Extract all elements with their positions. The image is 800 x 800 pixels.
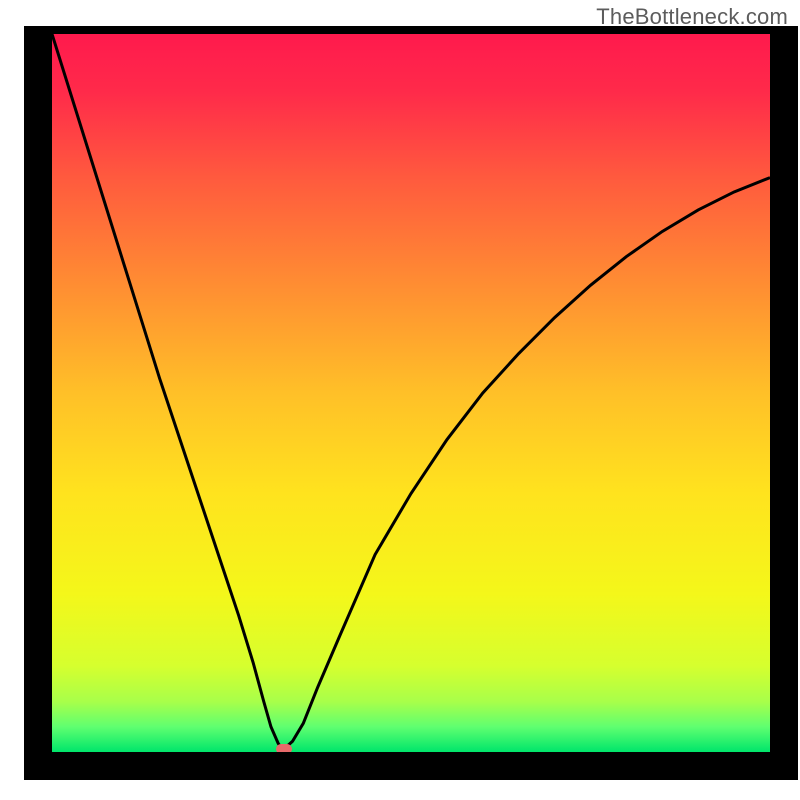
chart-container: TheBottleneck.com [0, 0, 800, 800]
plot-area [52, 34, 770, 752]
bottleneck-curve-path [52, 34, 770, 748]
curve-layer [52, 34, 770, 752]
plot-frame [24, 26, 798, 780]
optimum-marker [276, 744, 292, 752]
watermark-text: TheBottleneck.com [596, 4, 788, 30]
